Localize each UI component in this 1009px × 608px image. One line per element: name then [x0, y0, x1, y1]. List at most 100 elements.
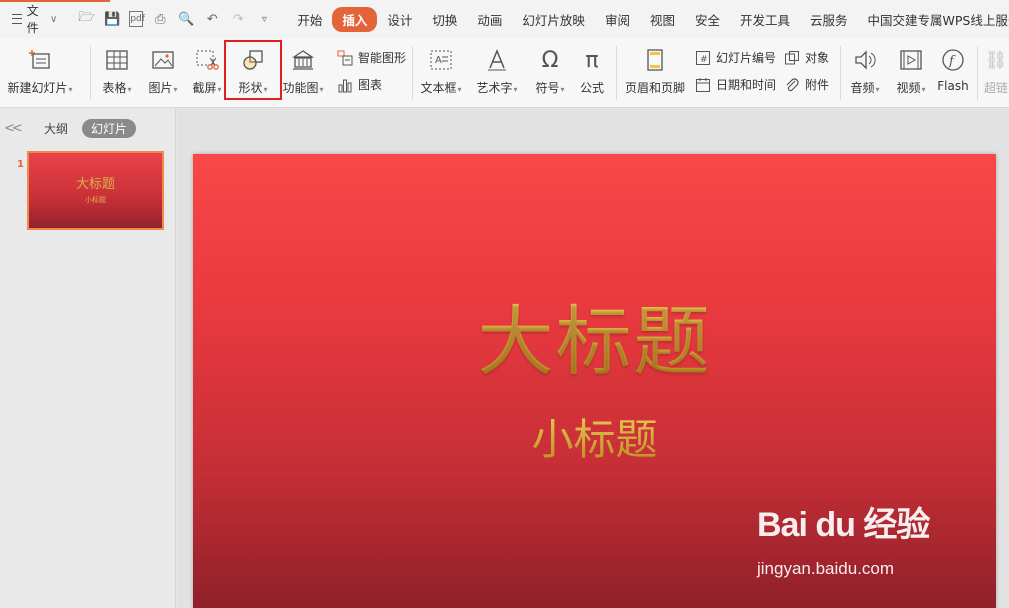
slide-number: 1 [17, 159, 24, 170]
audio-button[interactable]: 音频▾ [844, 38, 886, 108]
tab-developer[interactable]: 开发工具 [730, 7, 800, 32]
tab-slideshow[interactable]: 幻灯片放映 [512, 7, 595, 32]
wordart-button[interactable]: 艺术字▾ [472, 38, 522, 108]
shape-highlight-box [224, 40, 282, 100]
menu-bar: 文件 ∨ 🗁 💾 pdf ⎙ 🔍 ↶ ↷ ▿ 开始 插入 设计 切换 动画 幻灯… [0, 0, 1009, 38]
undo-icon[interactable]: ↶ [203, 12, 221, 27]
tab-service-channel[interactable]: 中国交建专属WPS线上服务通道 [858, 7, 1009, 32]
bar-chart-icon [338, 79, 352, 92]
function-chart-button[interactable]: 功能图▾ [280, 38, 326, 108]
object-icon [785, 50, 799, 64]
function-chart-label: 功能图 [282, 81, 319, 95]
print-preview-icon[interactable]: 🔍 [177, 12, 195, 27]
divider [412, 46, 413, 100]
new-slide-label: 新建幻灯片 [7, 81, 68, 95]
tab-slides[interactable]: 幻灯片 [82, 119, 137, 138]
flash-icon: f [941, 48, 965, 72]
baidu-watermark: Bai du 经验 jingyan.baidu.com [757, 497, 957, 587]
customize-dropdown-icon[interactable]: ▿ [255, 14, 273, 25]
new-slide-icon [28, 48, 52, 72]
picture-button[interactable]: 图片▾ [143, 38, 183, 108]
file-menu-button[interactable]: 文件 ∨ [0, 0, 65, 38]
tab-animations[interactable]: 动画 [467, 7, 512, 32]
smart-art-label: 智能图形 [358, 51, 407, 65]
flash-button[interactable]: f Flash [934, 38, 972, 108]
attachment-button[interactable]: 附件 [784, 76, 829, 93]
date-time-button[interactable]: 日期和时间 [695, 76, 776, 93]
audio-label: 音频 [850, 81, 875, 95]
hamburger-icon [12, 14, 22, 24]
svg-text:#: # [700, 55, 708, 65]
symbol-label: 符号 [535, 81, 560, 95]
screenshot-label: 截屏 [192, 81, 217, 95]
divider [977, 46, 978, 100]
tab-review[interactable]: 审阅 [595, 7, 640, 32]
header-footer-icon [643, 48, 667, 72]
table-button[interactable]: 表格▾ [98, 38, 136, 108]
tab-insert[interactable]: 插入 [332, 6, 378, 32]
file-menu-label: 文件 [26, 4, 39, 35]
video-button[interactable]: 视频▾ [890, 38, 932, 108]
smart-art-icon [337, 50, 353, 65]
slide-panel: << 大纲 幻灯片 1 大标题 小标题 [0, 109, 176, 608]
collapse-panel-icon[interactable]: << [4, 121, 23, 136]
slide-number-icon: # [696, 50, 710, 65]
tab-transitions[interactable]: 切换 [422, 7, 467, 32]
symbol-button[interactable]: Ω 符号▾ [530, 38, 570, 108]
smart-art-button[interactable]: 智能图形 [337, 49, 406, 66]
print-icon[interactable]: ⎙ [151, 12, 169, 27]
textbox-button[interactable]: A 文本框▾ [416, 38, 466, 108]
video-icon [899, 48, 923, 72]
export-pdf-icon[interactable]: pdf [129, 11, 145, 27]
ribbon-tabs: 开始 插入 设计 切换 动画 幻灯片放映 审阅 视图 安全 开发工具 云服务 中… [287, 6, 1009, 32]
link-icon: ⛓ [984, 49, 1008, 71]
header-footer-label: 页眉和页脚 [624, 81, 685, 95]
attachment-label: 附件 [805, 78, 830, 92]
insert-ribbon: 新建幻灯片▾ 表格▾ 图片▾ 截屏▾ 形状▾ 功能图▾ 智能图形 图表 A 文本… [0, 38, 1009, 108]
tab-view[interactable]: 视图 [640, 7, 685, 32]
slide-thumbnail[interactable]: 大标题 小标题 [27, 151, 164, 230]
textbox-icon: A [429, 48, 453, 72]
redo-icon[interactable]: ↷ [229, 12, 247, 27]
function-chart-icon [291, 48, 315, 72]
screenshot-button[interactable]: 截屏▾ [187, 38, 227, 108]
wordart-icon [485, 48, 509, 72]
divider [840, 46, 841, 100]
tab-home[interactable]: 开始 [287, 7, 332, 32]
object-label: 对象 [805, 51, 830, 65]
quick-access-toolbar: 🗁 💾 pdf ⎙ 🔍 ↶ ↷ ▿ [73, 8, 281, 30]
new-slide-button[interactable]: 新建幻灯片▾ [7, 38, 73, 108]
tab-outline[interactable]: 大纲 [44, 120, 68, 137]
wordart-label: 艺术字 [476, 81, 513, 95]
tab-cloud-services[interactable]: 云服务 [800, 7, 858, 32]
divider [616, 46, 617, 100]
chart-button[interactable]: 图表 [337, 76, 382, 93]
slide-subtitle[interactable]: 小标题 [193, 406, 996, 467]
formula-button[interactable]: π 公式 [574, 38, 610, 108]
svg-text:A: A [435, 55, 442, 66]
header-footer-button[interactable]: 页眉和页脚 [622, 38, 688, 108]
hyperlink-button[interactable]: ⛓ 超链 [983, 38, 1009, 108]
hyperlink-label: 超链 [983, 81, 1008, 95]
slide-title[interactable]: 大标题 [193, 280, 996, 390]
video-label: 视频 [896, 81, 921, 95]
watermark-url: jingyan.baidu.com [757, 559, 895, 578]
scissors-icon [195, 48, 219, 72]
open-folder-icon[interactable]: 🗁 [77, 8, 95, 30]
tab-design[interactable]: 设计 [377, 7, 422, 32]
flash-label: Flash [937, 79, 969, 93]
speaker-icon [853, 48, 877, 72]
omega-icon: Ω [541, 47, 559, 73]
date-time-label: 日期和时间 [716, 78, 777, 92]
save-icon[interactable]: 💾 [103, 12, 121, 27]
chevron-down-icon: ∨ [50, 13, 58, 25]
file-accent-line [0, 0, 110, 2]
tab-security[interactable]: 安全 [685, 7, 730, 32]
table-label: 表格 [102, 81, 127, 95]
slide-number-button[interactable]: # 幻灯片编号 [695, 49, 776, 66]
thumbnail-title: 大标题 [75, 177, 115, 192]
slide-number-label: 幻灯片编号 [716, 51, 777, 65]
object-button[interactable]: 对象 [784, 49, 829, 66]
picture-label: 图片 [148, 81, 173, 95]
svg-text:f: f [948, 54, 956, 69]
